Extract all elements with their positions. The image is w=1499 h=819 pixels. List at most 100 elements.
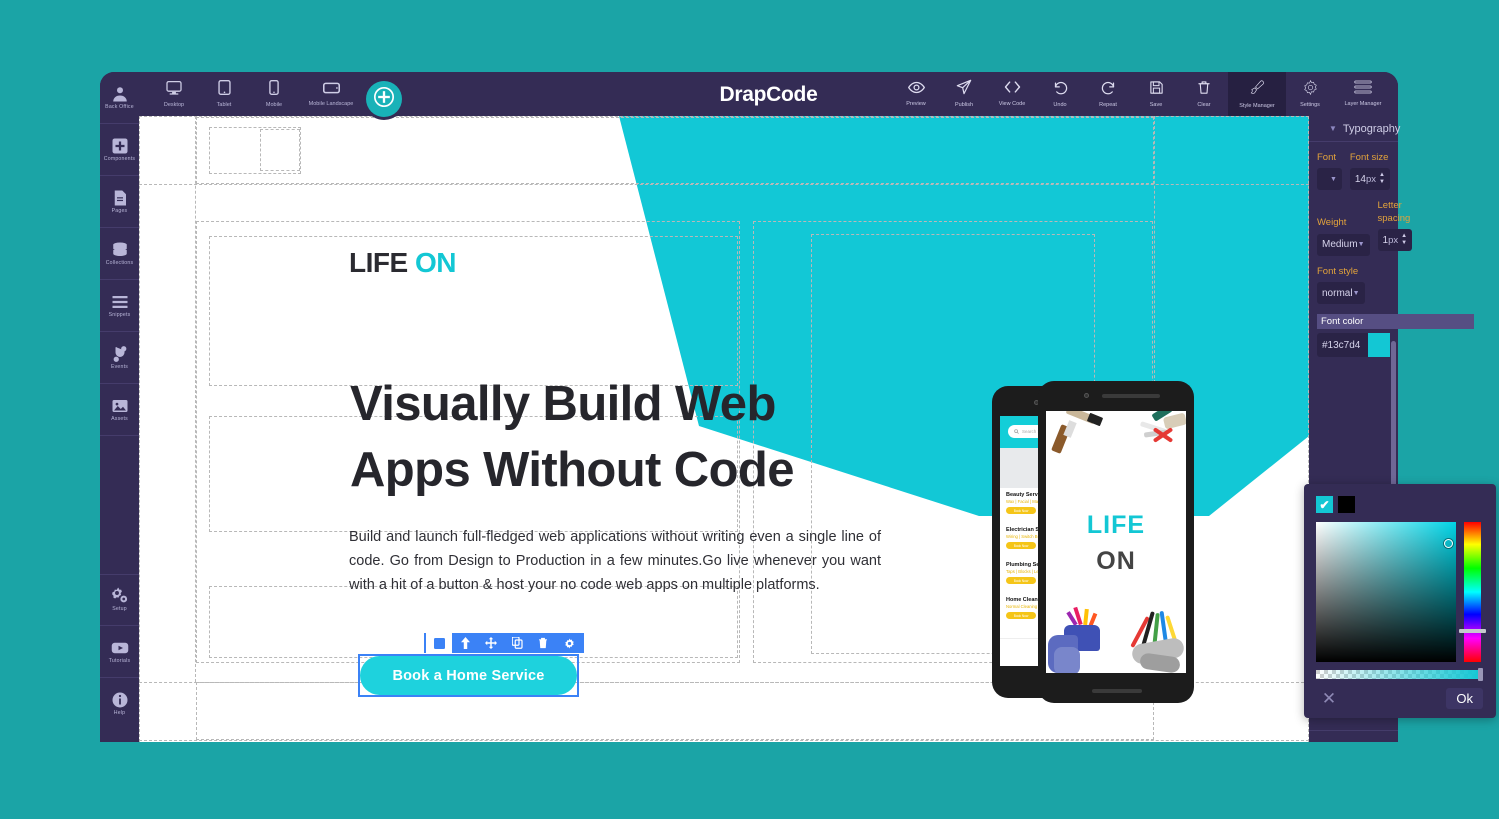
canvas-headline[interactable]: Visually Build Web Apps Without Code <box>350 371 880 503</box>
alpha-slider[interactable] <box>1316 670 1481 679</box>
add-component-button[interactable] <box>366 81 402 117</box>
cta-button[interactable]: Book a Home Service <box>360 656 577 695</box>
font-color-swatch[interactable] <box>1368 333 1390 357</box>
action-button-group: Preview Publish View Code Undo <box>892 72 1392 116</box>
sidebar-item-collections[interactable]: Collections <box>100 228 139 280</box>
letter-spacing-input[interactable]: 1 px ▲▼ <box>1378 229 1413 251</box>
left-sidebar: Back Office Components Pages Collections <box>100 72 139 742</box>
sidebar-item-components[interactable]: Components <box>100 124 139 176</box>
letter-spacing-unit: px <box>1388 235 1398 246</box>
phone-brand-on: ON <box>1046 547 1186 576</box>
branch-icon <box>111 345 129 363</box>
action-layer-manager[interactable]: Layer Manager <box>1334 72 1392 116</box>
canvas-brand-text[interactable]: LIFE ON <box>349 247 456 279</box>
font-size-input[interactable]: 14 px ▲▼ <box>1350 168 1390 190</box>
sidebar-item-label: Collections <box>106 261 134 266</box>
action-settings[interactable]: Settings <box>1286 72 1334 116</box>
sidebar-item-label: Back Office <box>105 105 134 110</box>
action-style-manager[interactable]: Style Manager <box>1228 72 1286 116</box>
font-select[interactable]: ▼ <box>1317 168 1342 190</box>
color-cursor-handle[interactable] <box>1444 539 1453 548</box>
stepper-icon[interactable]: ▲▼ <box>1379 173 1385 185</box>
sidebar-item-assets[interactable]: Assets <box>100 384 139 436</box>
drag-move-icon[interactable] <box>478 633 504 653</box>
camera-dot-icon <box>1084 393 1089 398</box>
action-repeat[interactable]: Repeat <box>1084 72 1132 116</box>
section-header-typography[interactable]: ▼ Typography <box>1309 116 1398 142</box>
stepper-icon[interactable]: ▲▼ <box>1401 234 1407 246</box>
sidebar-item-help[interactable]: Help <box>100 678 139 730</box>
action-clear[interactable]: Clear <box>1180 72 1228 116</box>
action-undo[interactable]: Undo <box>1036 72 1084 116</box>
action-label: Preview <box>906 102 926 108</box>
device-label: Desktop <box>164 103 184 109</box>
trash-icon <box>1197 80 1211 100</box>
device-button-mobile-landscape[interactable]: Mobile Landscape <box>299 75 363 109</box>
code-icon <box>1004 80 1021 99</box>
hue-slider-thumb[interactable] <box>1459 629 1486 633</box>
youtube-play-icon <box>111 639 129 657</box>
hue-slider[interactable] <box>1464 522 1481 662</box>
settings-gear-icon[interactable] <box>556 633 582 653</box>
device-button-tablet[interactable]: Tablet <box>199 75 249 109</box>
select-parent-icon[interactable] <box>426 633 452 653</box>
color-swatch-current[interactable]: ✔ <box>1316 496 1333 513</box>
device-button-desktop[interactable]: Desktop <box>149 75 199 109</box>
action-preview[interactable]: Preview <box>892 72 940 116</box>
card-book-button: Book Now <box>1006 577 1036 584</box>
font-size-label: Font size <box>1350 152 1390 164</box>
font-color-label: Font color <box>1317 314 1474 329</box>
plus-square-icon <box>111 137 129 155</box>
sidebar-item-back-office[interactable]: Back Office <box>100 72 139 124</box>
sidebar-item-label: Assets <box>111 417 128 422</box>
action-label: View Code <box>999 102 1026 108</box>
alpha-slider-thumb[interactable] <box>1478 668 1483 681</box>
region-brand-on <box>260 129 300 171</box>
weight-field-group: Weight Medium ▼ <box>1317 200 1370 255</box>
letter-spacing-field-group: Letter spacing 1 px ▲▼ <box>1378 200 1413 255</box>
close-icon[interactable]: ✕ <box>1320 690 1338 708</box>
sidebar-item-events[interactable]: Events <box>100 332 139 384</box>
action-label: Style Manager <box>1239 104 1274 110</box>
device-label: Mobile <box>266 103 282 109</box>
font-label: Font <box>1317 152 1342 164</box>
sidebar-item-label: Pages <box>112 209 128 214</box>
sidebar-item-pages[interactable]: Pages <box>100 176 139 228</box>
font-style-select[interactable]: normal ▼ <box>1317 282 1365 304</box>
top-toolbar: Desktop Tablet Mobile Mobile Landscape <box>139 72 1398 116</box>
info-icon <box>111 691 129 709</box>
action-save[interactable]: Save <box>1132 72 1180 116</box>
color-swatch-black[interactable] <box>1338 496 1355 513</box>
home-bar <box>1092 689 1142 693</box>
design-canvas[interactable]: LIFE ON Visually Build Web Apps Without … <box>139 116 1309 742</box>
sidebar-item-setup[interactable]: Setup <box>100 574 139 626</box>
sidebar-item-tutorials[interactable]: Tutorials <box>100 626 139 678</box>
canvas-subcopy[interactable]: Build and launch full-fledged web applic… <box>349 525 881 597</box>
action-publish[interactable]: Publish <box>940 72 988 116</box>
saturation-brightness-field[interactable] <box>1316 522 1456 662</box>
action-label: Settings <box>1300 103 1320 109</box>
sidebar-item-label: Components <box>104 157 135 162</box>
eye-icon <box>908 81 925 99</box>
font-size-field-group: Font size 14 px ▲▼ <box>1350 152 1390 190</box>
sidebar-item-snippets[interactable]: Snippets <box>100 280 139 332</box>
search-icon <box>1014 429 1019 435</box>
chevron-down-icon: ▼ <box>1358 241 1365 248</box>
device-button-mobile[interactable]: Mobile <box>249 75 299 109</box>
trash-icon[interactable] <box>530 633 556 653</box>
copy-icon[interactable] <box>504 633 530 653</box>
add-component-icon <box>374 87 394 112</box>
action-label: Save <box>1150 103 1163 109</box>
sidebar-bottom-group: Setup Tutorials Help <box>100 574 139 730</box>
device-selector-group: Desktop Tablet Mobile Mobile Landscape <box>149 75 363 109</box>
device-label: Mobile Landscape <box>309 102 354 108</box>
color-picker-ok-button[interactable]: Ok <box>1446 688 1483 709</box>
action-view-code[interactable]: View Code <box>988 72 1036 116</box>
font-color-input[interactable]: #13c7d4 <box>1317 333 1390 357</box>
action-label: Publish <box>955 103 973 109</box>
earpiece-speaker <box>1102 394 1160 398</box>
weight-select[interactable]: Medium ▼ <box>1317 234 1370 256</box>
check-icon: ✔ <box>1319 498 1329 512</box>
move-up-icon[interactable] <box>452 633 478 653</box>
sidebar-item-label: Events <box>111 365 128 370</box>
